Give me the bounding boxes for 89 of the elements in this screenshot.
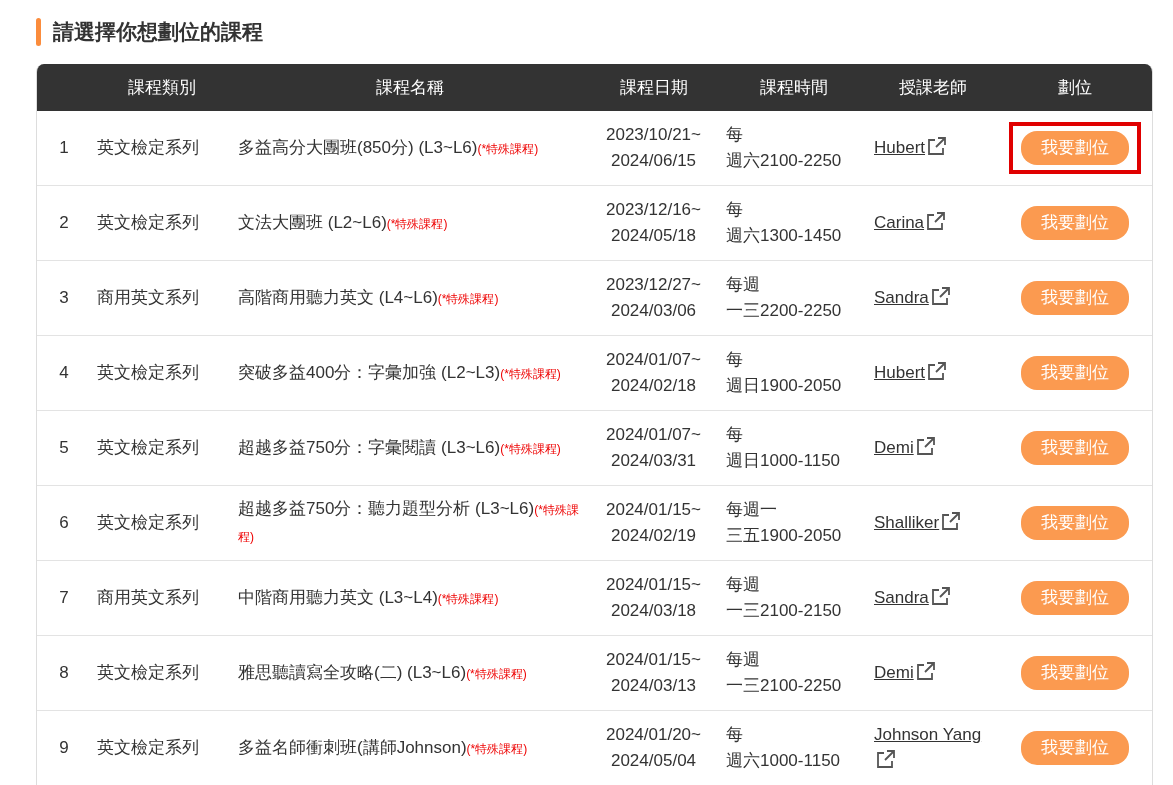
course-time: 每週 bbox=[726, 649, 761, 671]
row-number: 5 bbox=[59, 438, 69, 457]
external-link-icon bbox=[915, 662, 936, 680]
row-number: 2 bbox=[59, 213, 69, 232]
course-date: 2024/06/15 bbox=[609, 150, 698, 172]
course-time: 每週 bbox=[726, 274, 761, 296]
row-number: 1 bbox=[59, 138, 69, 157]
course-name: 文法大團班 (L2~L6)(*特殊課程) bbox=[238, 212, 448, 232]
course-date: 2024/02/19 bbox=[609, 525, 698, 547]
course-name: 多益名師衝刺班(講師Johnson)(*特殊課程) bbox=[238, 737, 528, 757]
course-name: 雅思聽讀寫全攻略(二) (L3~L6)(*特殊課程) bbox=[238, 662, 527, 682]
course-time: 一三2200-2250 bbox=[726, 300, 843, 322]
course-name: 超越多益750分：聽力題型分析 (L3~L6)(*特殊課程) bbox=[238, 499, 579, 545]
accent-bar bbox=[36, 17, 41, 46]
column-header: 劃位 bbox=[998, 64, 1152, 111]
row-number: 7 bbox=[59, 588, 69, 607]
teacher-link[interactable]: Hubert bbox=[874, 363, 926, 382]
row-number: 8 bbox=[59, 663, 69, 682]
course-time: 每週一 bbox=[726, 499, 778, 521]
external-link-icon bbox=[930, 587, 951, 605]
course-date: 2024/02/18 bbox=[609, 375, 698, 397]
teacher-link[interactable]: Carina bbox=[874, 213, 925, 232]
column-header: 課程類別 bbox=[91, 64, 232, 111]
course-category: 英文檢定系列 bbox=[97, 738, 199, 757]
course-time: 每 bbox=[726, 424, 744, 446]
course-date: 2024/03/13 bbox=[609, 675, 698, 697]
external-link-icon bbox=[941, 512, 962, 530]
course-date: 2023/12/27~ bbox=[605, 274, 702, 296]
course-time: 週日1000-1150 bbox=[726, 450, 842, 472]
external-link-icon bbox=[927, 362, 948, 380]
course-date: 2024/03/18 bbox=[609, 600, 698, 622]
column-header: 課程名稱 bbox=[232, 64, 587, 111]
row-number: 9 bbox=[59, 738, 69, 757]
course-date: 2024/03/31 bbox=[609, 450, 698, 472]
course-time: 一三2100-2250 bbox=[726, 675, 843, 697]
course-date: 2024/01/15~ bbox=[605, 649, 702, 671]
course-date: 2024/01/15~ bbox=[605, 574, 702, 596]
column-header: 授課老師 bbox=[868, 64, 998, 111]
course-date: 2023/12/16~ bbox=[605, 199, 702, 221]
course-category: 英文檢定系列 bbox=[97, 213, 199, 232]
course-date: 2024/01/07~ bbox=[605, 349, 702, 371]
course-date: 2024/05/18 bbox=[609, 225, 698, 247]
course-date: 2024/01/20~ bbox=[605, 724, 702, 746]
course-time: 週六2100-2250 bbox=[726, 150, 843, 172]
external-link-icon bbox=[930, 287, 951, 305]
course-time: 每 bbox=[726, 124, 744, 146]
course-category: 英文檢定系列 bbox=[97, 138, 199, 157]
teacher-link[interactable]: Hubert bbox=[874, 138, 926, 157]
teacher-link[interactable]: Sandra bbox=[874, 288, 929, 307]
row-number: 3 bbox=[59, 288, 69, 307]
course-time: 每 bbox=[726, 199, 744, 221]
course-name: 超越多益750分：字彙閱讀 (L3~L6)(*特殊課程) bbox=[238, 437, 561, 457]
teacher-link[interactable]: Shalliker bbox=[874, 513, 940, 532]
course-name: 高階商用聽力英文 (L4~L6)(*特殊課程) bbox=[238, 287, 499, 307]
course-time: 三五1900-2050 bbox=[726, 525, 843, 547]
course-date: 2024/01/15~ bbox=[605, 499, 702, 521]
course-name: 中階商用聽力英文 (L3~L4)(*特殊課程) bbox=[238, 587, 499, 607]
course-category: 英文檢定系列 bbox=[97, 663, 199, 682]
course-time: 每 bbox=[726, 349, 744, 371]
course-date: 2024/01/07~ bbox=[605, 424, 702, 446]
column-header: 課程日期 bbox=[587, 64, 720, 111]
external-link-icon bbox=[915, 437, 936, 455]
course-category: 英文檢定系列 bbox=[97, 363, 199, 382]
course-category: 英文檢定系列 bbox=[97, 513, 199, 532]
course-date: 2024/03/06 bbox=[609, 300, 698, 322]
column-header: 課程時間 bbox=[720, 64, 868, 111]
teacher-link[interactable]: Demi bbox=[874, 438, 914, 457]
course-time: 週日1900-2050 bbox=[726, 375, 843, 397]
course-time: 一三2100-2150 bbox=[726, 600, 843, 622]
course-date: 2023/10/21~ bbox=[605, 124, 702, 146]
course-category: 英文檢定系列 bbox=[97, 438, 199, 457]
external-link-icon bbox=[926, 212, 947, 230]
course-category: 商用英文系列 bbox=[97, 288, 199, 307]
course-category: 商用英文系列 bbox=[97, 588, 199, 607]
row-number: 4 bbox=[59, 363, 69, 382]
course-time: 週六1300-1450 bbox=[726, 225, 843, 247]
row-number: 6 bbox=[59, 513, 69, 532]
course-time: 每 bbox=[726, 724, 744, 746]
teacher-link[interactable]: Johnson Yang bbox=[874, 725, 982, 744]
course-date: 2024/05/04 bbox=[609, 750, 698, 772]
teacher-link[interactable]: Sandra bbox=[874, 588, 929, 607]
external-link-icon bbox=[876, 750, 896, 768]
course-name: 多益高分大團班(850分) (L3~L6)(*特殊課程) bbox=[238, 137, 539, 157]
external-link-icon bbox=[927, 137, 948, 155]
section-title: 請選擇你想劃位的課程 bbox=[53, 18, 263, 45]
course-time: 每週 bbox=[726, 574, 761, 596]
teacher-link[interactable]: Demi bbox=[874, 663, 914, 682]
course-name: 突破多益400分：字彙加強 (L2~L3)(*特殊課程) bbox=[238, 362, 561, 382]
course-time: 週六1000-1150 bbox=[726, 750, 842, 772]
